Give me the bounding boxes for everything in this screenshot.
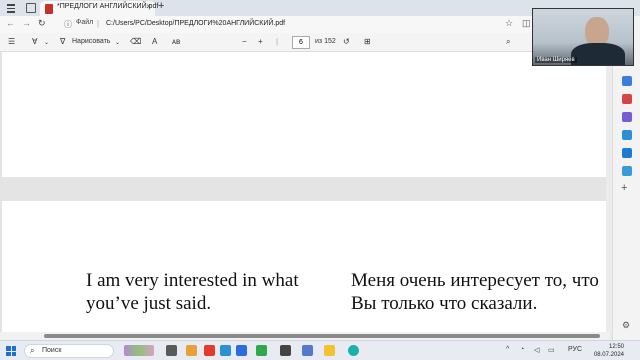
tab-actions-menu-icon[interactable] [4,2,18,14]
windows-start-icon[interactable] [6,346,16,356]
volume-icon[interactable]: ◁ [534,346,539,354]
edge-icon[interactable] [348,345,359,356]
office-icon[interactable] [622,130,632,140]
outlook-icon[interactable] [622,148,632,158]
highlight-dropdown-icon[interactable]: ⌄ [44,39,49,46]
network-icon[interactable]: ◔ [520,346,524,353]
page-view-icon[interactable]: ⊞ [364,37,371,46]
workspaces-icon[interactable] [26,3,36,13]
contents-icon[interactable]: ☰ [8,37,15,46]
webcam-overlay: Иван Ширяев [532,8,634,66]
taskbar: ⌕ Поиск ^ ◔ ◁ ▭ РУС 12:50 08.07.2024 [0,340,640,360]
info-icon[interactable]: ⓘ [64,19,72,30]
presenter-name: Иван Ширяев [535,57,577,63]
horizontal-scrollbar-thumb[interactable] [44,334,600,338]
file-explorer-icon[interactable] [186,345,197,356]
russian-sentence: Меня очень интересует то, что Вы только … [351,270,599,314]
find-icon[interactable]: ⌕ [506,37,510,47]
yandex-icon[interactable] [204,345,215,356]
tab-title: *ПРЕДЛОГИ АНГЛИЙСКИЙ.pdf [57,3,159,10]
back-button[interactable]: ← [6,18,15,28]
taskbar-search[interactable]: ⌕ Поиск [24,344,114,358]
search-sidebar-icon[interactable] [622,76,632,86]
clock-time: 12:50 [608,344,624,350]
battery-icon[interactable]: ▭ [548,346,555,354]
sticky-notes-icon[interactable] [324,345,335,356]
tray-overflow-icon[interactable]: ^ [506,346,509,353]
photos-icon[interactable] [302,345,313,356]
clock[interactable]: 12:50 08.07.2024 [590,343,624,359]
tab-pdf[interactable]: *ПРЕДЛОГИ АНГЛИЙСКИЙ.pdf × [40,1,159,16]
taskbar-search-label: Поиск [42,347,62,354]
zoom-icon[interactable] [236,345,247,356]
clock-date: 08.07.2024 [593,352,624,358]
presenter-body [571,43,625,65]
widgets-icon[interactable] [124,345,154,356]
task-view-icon[interactable] [166,345,177,356]
search-icon: ⌕ [30,346,35,355]
highlight-icon[interactable]: ∀ [32,37,37,46]
pdf-page [2,52,606,177]
telegram-icon[interactable] [622,166,632,176]
spreadsheet-icon[interactable] [256,345,267,356]
address-url[interactable]: C:/Users/PC/Desktop/ПРЕДЛОГИ%20АНГЛИЙСКИ… [106,20,285,27]
favorites-star-icon[interactable]: ☆ [505,18,513,29]
zoom-out-button[interactable]: − [242,37,247,46]
zoom-in-button[interactable]: + [258,37,263,46]
split-screen-icon[interactable]: ◫ [522,18,531,29]
draw-icon[interactable]: ∇ [60,37,65,46]
pdf-page-current: I am very interested in what you’ve just… [2,201,606,332]
toolbar-divider: | [276,37,279,46]
forward-button[interactable]: → [22,18,31,28]
page-count: из 152 [315,38,336,45]
text-tool-button[interactable]: A [152,37,157,46]
horizontal-scrollbar[interactable] [0,332,610,340]
address-separator: | [97,19,100,28]
rotate-icon[interactable]: ↺ [343,37,350,46]
draw-button[interactable]: Нарисовать [72,38,110,45]
new-tab-button[interactable]: + [158,0,164,12]
add-sidebar-app-icon[interactable]: + [621,182,627,194]
page-number-input[interactable]: 6 [292,36,310,49]
erase-icon[interactable]: ⌫ [130,37,141,46]
obs-icon[interactable] [280,345,291,356]
tools-icon[interactable] [622,112,632,122]
pdf-file-icon [45,4,53,14]
pdf-viewport[interactable]: I am very interested in what you’ve just… [0,52,610,332]
sidebar-settings-icon[interactable]: ⚙ [622,320,630,331]
draw-dropdown-icon[interactable]: ⌄ [115,39,120,46]
language-indicator[interactable]: РУС [568,346,582,353]
read-aloud-icon[interactable]: ᴀʙ [172,37,180,46]
address-bar[interactable]: ⓘ Файл | C:/Users/PC/Desktop/ПРЕДЛОГИ%20… [58,18,528,31]
refresh-button[interactable]: ↻ [38,18,46,29]
file-label: Файл [76,19,94,26]
skype-icon[interactable] [220,345,231,356]
tab-close-button[interactable]: × [146,2,151,11]
shopping-icon[interactable] [622,94,632,104]
english-sentence: I am very interested in what you’ve just… [86,270,299,314]
